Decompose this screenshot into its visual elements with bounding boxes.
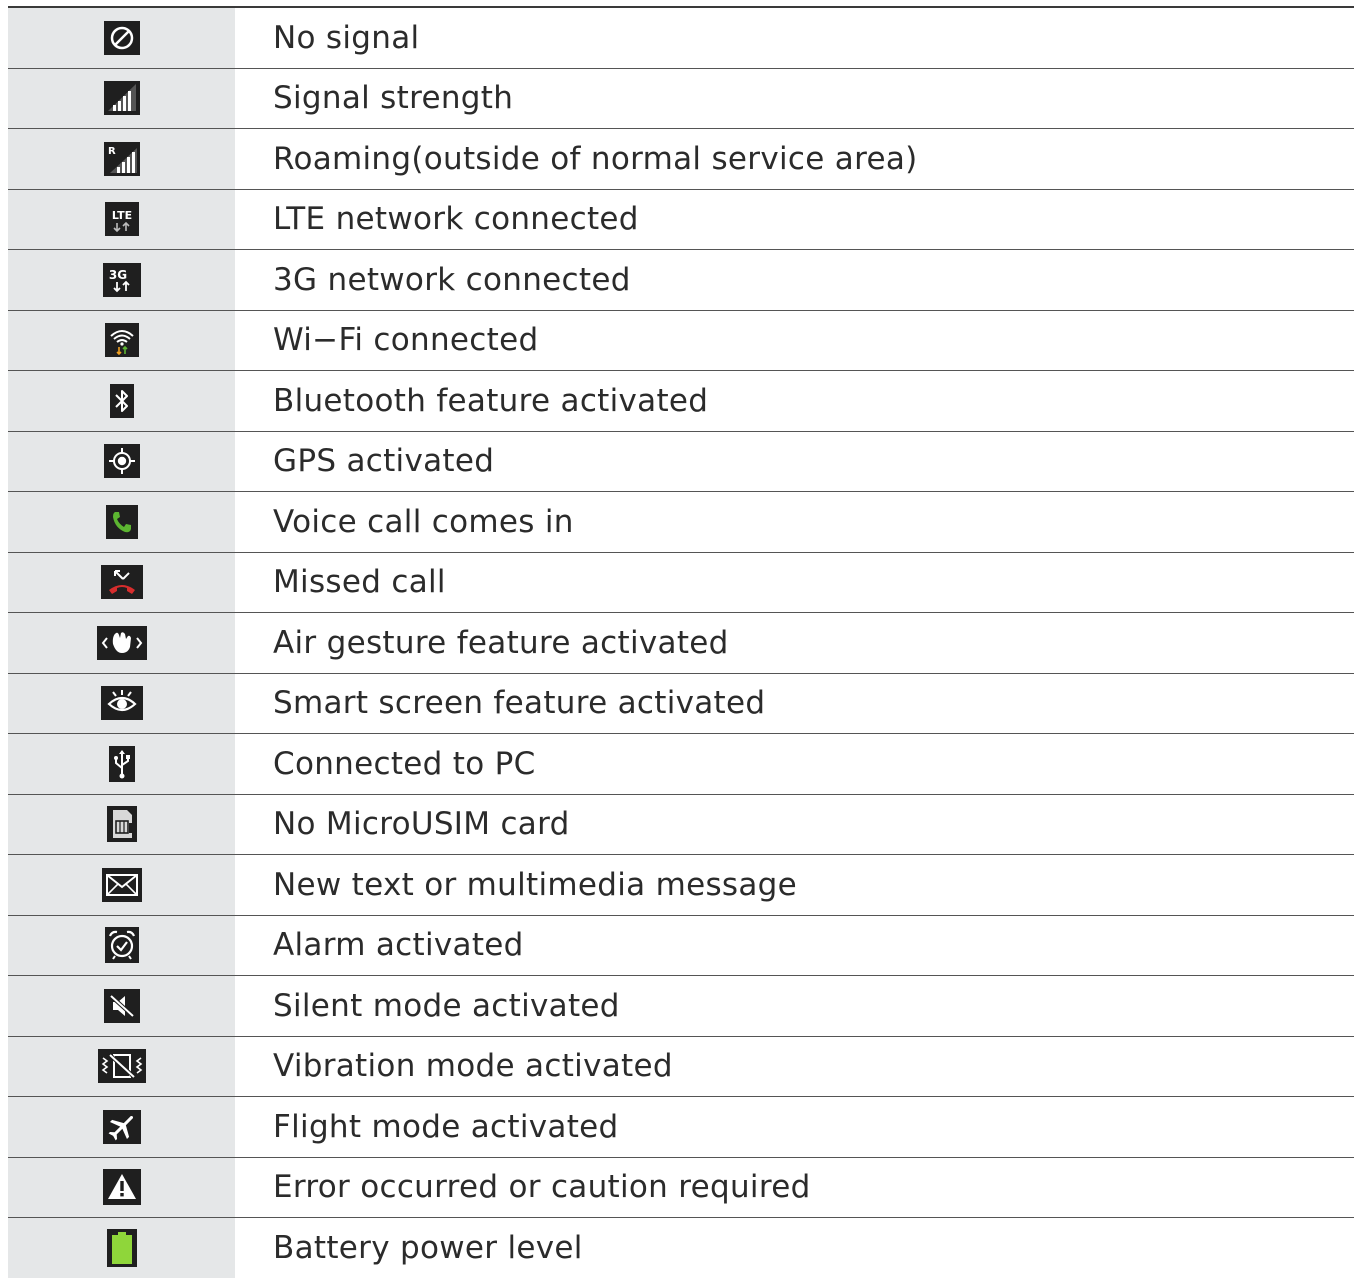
svg-text:R: R <box>108 146 116 157</box>
table-row: Voice call comes in <box>8 492 1354 553</box>
row-label: Flight mode activated <box>273 1108 619 1145</box>
status-icons-table: No signal Signal strength R Roaming(outs… <box>8 6 1354 1278</box>
icon-cell <box>8 310 235 370</box>
alarm-icon <box>104 927 139 964</box>
row-label: Missed call <box>273 564 446 601</box>
table-row: LTE LTE network connected <box>8 189 1354 250</box>
no-signal-icon <box>103 20 140 55</box>
warning-icon <box>102 1169 141 1206</box>
table-row: Error occurred or caution required <box>8 1157 1354 1218</box>
row-label: Error occurred or caution required <box>273 1169 811 1206</box>
icon-cell <box>8 976 235 1036</box>
icon-cell <box>8 673 235 733</box>
row-label: New text or multimedia message <box>273 866 798 903</box>
wifi-icon <box>104 323 139 358</box>
table-row: Alarm activated <box>8 915 1354 976</box>
row-label: Roaming(outside of normal service area) <box>273 140 918 177</box>
table-row: Smart screen feature activated <box>8 673 1354 734</box>
silent-mode-icon <box>103 988 140 1023</box>
missed-call-icon <box>100 565 143 600</box>
bluetooth-icon <box>109 383 134 418</box>
roaming-icon: R <box>103 141 140 176</box>
table-row: Wi−Fi connected <box>8 310 1354 371</box>
icon-cell <box>8 371 235 431</box>
icon-cell <box>8 915 235 975</box>
svg-text:LTE: LTE <box>111 209 131 222</box>
message-icon <box>101 867 142 902</box>
table-row: R Roaming(outside of normal service area… <box>8 129 1354 190</box>
lte-icon: LTE <box>104 202 139 237</box>
row-label: Signal strength <box>273 80 514 117</box>
table-row: Vibration mode activated <box>8 1036 1354 1097</box>
row-label: Smart screen feature activated <box>273 685 766 722</box>
signal-strength-icon <box>103 81 140 116</box>
air-gesture-icon <box>96 625 147 660</box>
battery-icon <box>106 1228 137 1267</box>
table-row: Missed call <box>8 552 1354 613</box>
icon-cell <box>8 68 235 128</box>
table-row: Connected to PC <box>8 734 1354 795</box>
row-label: Air gesture feature activated <box>273 624 729 661</box>
flight-mode-icon <box>102 1109 141 1144</box>
row-label: Wi−Fi connected <box>273 322 539 359</box>
table-row: Battery power level <box>8 1218 1354 1278</box>
voice-call-icon <box>105 504 138 539</box>
table-row: No signal <box>8 8 1354 69</box>
icon-cell <box>8 1218 235 1278</box>
icon-cell <box>8 613 235 673</box>
icon-cell: R <box>8 129 235 189</box>
icon-cell <box>8 794 235 854</box>
table-row: No MicroUSIM card <box>8 794 1354 855</box>
icon-cell <box>8 1157 235 1217</box>
row-label: No signal <box>273 19 420 56</box>
row-label: LTE network connected <box>273 201 639 238</box>
row-label: Silent mode activated <box>273 987 620 1024</box>
svg-text:3G: 3G <box>108 268 126 282</box>
table-row: Air gesture feature activated <box>8 613 1354 674</box>
row-label: Bluetooth feature activated <box>273 382 709 419</box>
vibration-mode-icon <box>97 1049 146 1084</box>
icon-cell <box>8 552 235 612</box>
icon-cell <box>8 1036 235 1096</box>
table-row: Signal strength <box>8 68 1354 129</box>
table-row: GPS activated <box>8 431 1354 492</box>
icon-cell: LTE <box>8 189 235 249</box>
table-row: Bluetooth feature activated <box>8 371 1354 432</box>
row-label: Voice call comes in <box>273 503 574 540</box>
row-label: 3G network connected <box>273 261 631 298</box>
icon-cell <box>8 1097 235 1157</box>
row-label: Connected to PC <box>273 745 536 782</box>
table-row: Silent mode activated <box>8 976 1354 1037</box>
gps-icon <box>103 444 140 479</box>
icon-cell <box>8 8 235 68</box>
table-row: New text or multimedia message <box>8 855 1354 916</box>
icon-cell <box>8 855 235 915</box>
icon-cell <box>8 734 235 794</box>
smart-screen-icon <box>100 686 143 721</box>
row-label: Battery power level <box>273 1229 583 1266</box>
3g-icon: 3G <box>102 262 141 297</box>
icon-cell: 3G <box>8 250 235 310</box>
row-label: GPS activated <box>273 443 495 480</box>
no-sim-icon <box>106 806 137 843</box>
table-row: 3G 3G network connected <box>8 250 1354 311</box>
table-row: Flight mode activated <box>8 1097 1354 1158</box>
row-label: No MicroUSIM card <box>273 806 570 843</box>
usb-icon <box>108 745 135 782</box>
icon-cell <box>8 431 235 491</box>
icon-cell <box>8 492 235 552</box>
row-label: Vibration mode activated <box>273 1048 673 1085</box>
row-label: Alarm activated <box>273 927 524 964</box>
